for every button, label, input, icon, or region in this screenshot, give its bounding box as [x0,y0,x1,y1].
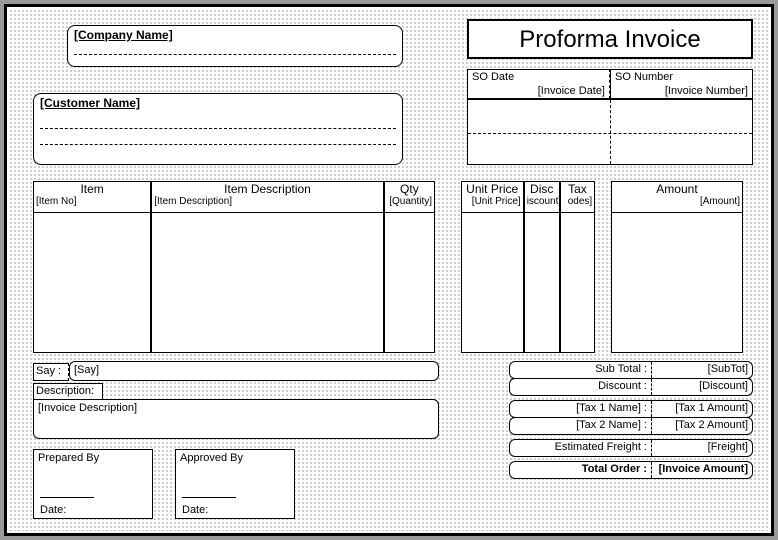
prepared-by-label: Prepared By [38,452,99,464]
so-date-field: [Invoice Date] [538,85,605,97]
discount-value: [Discount] [652,379,752,395]
freight-value: [Freight] [652,440,752,456]
signature-line [40,497,94,498]
so-detail-grid[interactable] [467,99,753,165]
freight-label: Estimated Freight : [510,440,652,456]
say-label: Say : [33,363,69,381]
description-field[interactable]: [Invoice Description] [33,399,439,439]
so-header-row[interactable]: SO Date [Invoice Date] SO Number [Invoic… [467,69,753,99]
divider [40,144,396,145]
tax2-value: [Tax 2 Amount] [652,418,752,434]
col-amount-field: [Amount] [614,196,740,207]
report-designer-canvas[interactable]: [Company Name] Proforma Invoice [Custome… [0,0,778,540]
totals-section[interactable]: Sub Total :[SubTot] Discount :[Discount]… [509,361,753,479]
discount-label: Discount : [510,379,652,395]
so-number-header: SO Number [615,71,673,83]
date-label: Date: [182,504,208,516]
report-page[interactable]: [Company Name] Proforma Invoice [Custome… [4,4,774,536]
tax2-label: [Tax 2 Name] : [510,418,652,434]
company-name-box[interactable]: [Company Name] [67,25,403,67]
say-field[interactable]: [Say] [69,361,439,381]
table-header[interactable]: Item[Item No] Item Description[Item Desc… [33,181,743,213]
col-disc-header: Disc [525,182,559,196]
col-qty-header: Qty [385,182,434,196]
prepared-by-box[interactable]: Prepared By Date: [33,449,153,519]
so-date-header: SO Date [472,71,514,83]
invoice-title[interactable]: Proforma Invoice [467,19,753,59]
subtotal-label: Sub Total : [510,362,652,378]
col-unitprice-field: [Unit Price] [464,196,521,207]
divider [610,100,611,164]
signature-line [182,497,236,498]
col-item-header: Item [34,182,150,196]
total-order-value: [Invoice Amount] [652,462,752,478]
col-item-field: [Item No] [36,196,77,207]
col-desc-header: Item Description [152,182,383,196]
approved-by-label: Approved By [180,452,243,464]
col-tax-field: odes] [563,196,593,207]
col-amount-header: Amount [612,182,742,196]
col-unitprice-header: Unit Price [462,182,523,196]
description-label: Description: [33,383,103,399]
company-name-field: [Company Name] [74,28,173,42]
approved-by-box[interactable]: Approved By Date: [175,449,295,519]
so-number-field: [Invoice Number] [665,85,748,97]
customer-name-field: [Customer Name] [40,96,140,110]
date-label: Date: [40,504,66,516]
tax1-label: [Tax 1 Name] : [510,401,652,417]
col-qty-field: [Quantity] [387,196,432,207]
col-disc-field: iscount] [527,196,557,207]
divider [74,54,396,55]
col-desc-field: [Item Description] [154,196,232,207]
tax1-value: [Tax 1 Amount] [652,401,752,417]
table-body[interactable] [33,213,743,353]
divider [40,128,396,129]
total-order-label: Total Order : [510,462,652,478]
col-tax-header: Tax [561,182,595,196]
subtotal-value: [SubTot] [652,362,752,378]
customer-name-box[interactable]: [Customer Name] [33,93,403,165]
divider [468,133,752,134]
